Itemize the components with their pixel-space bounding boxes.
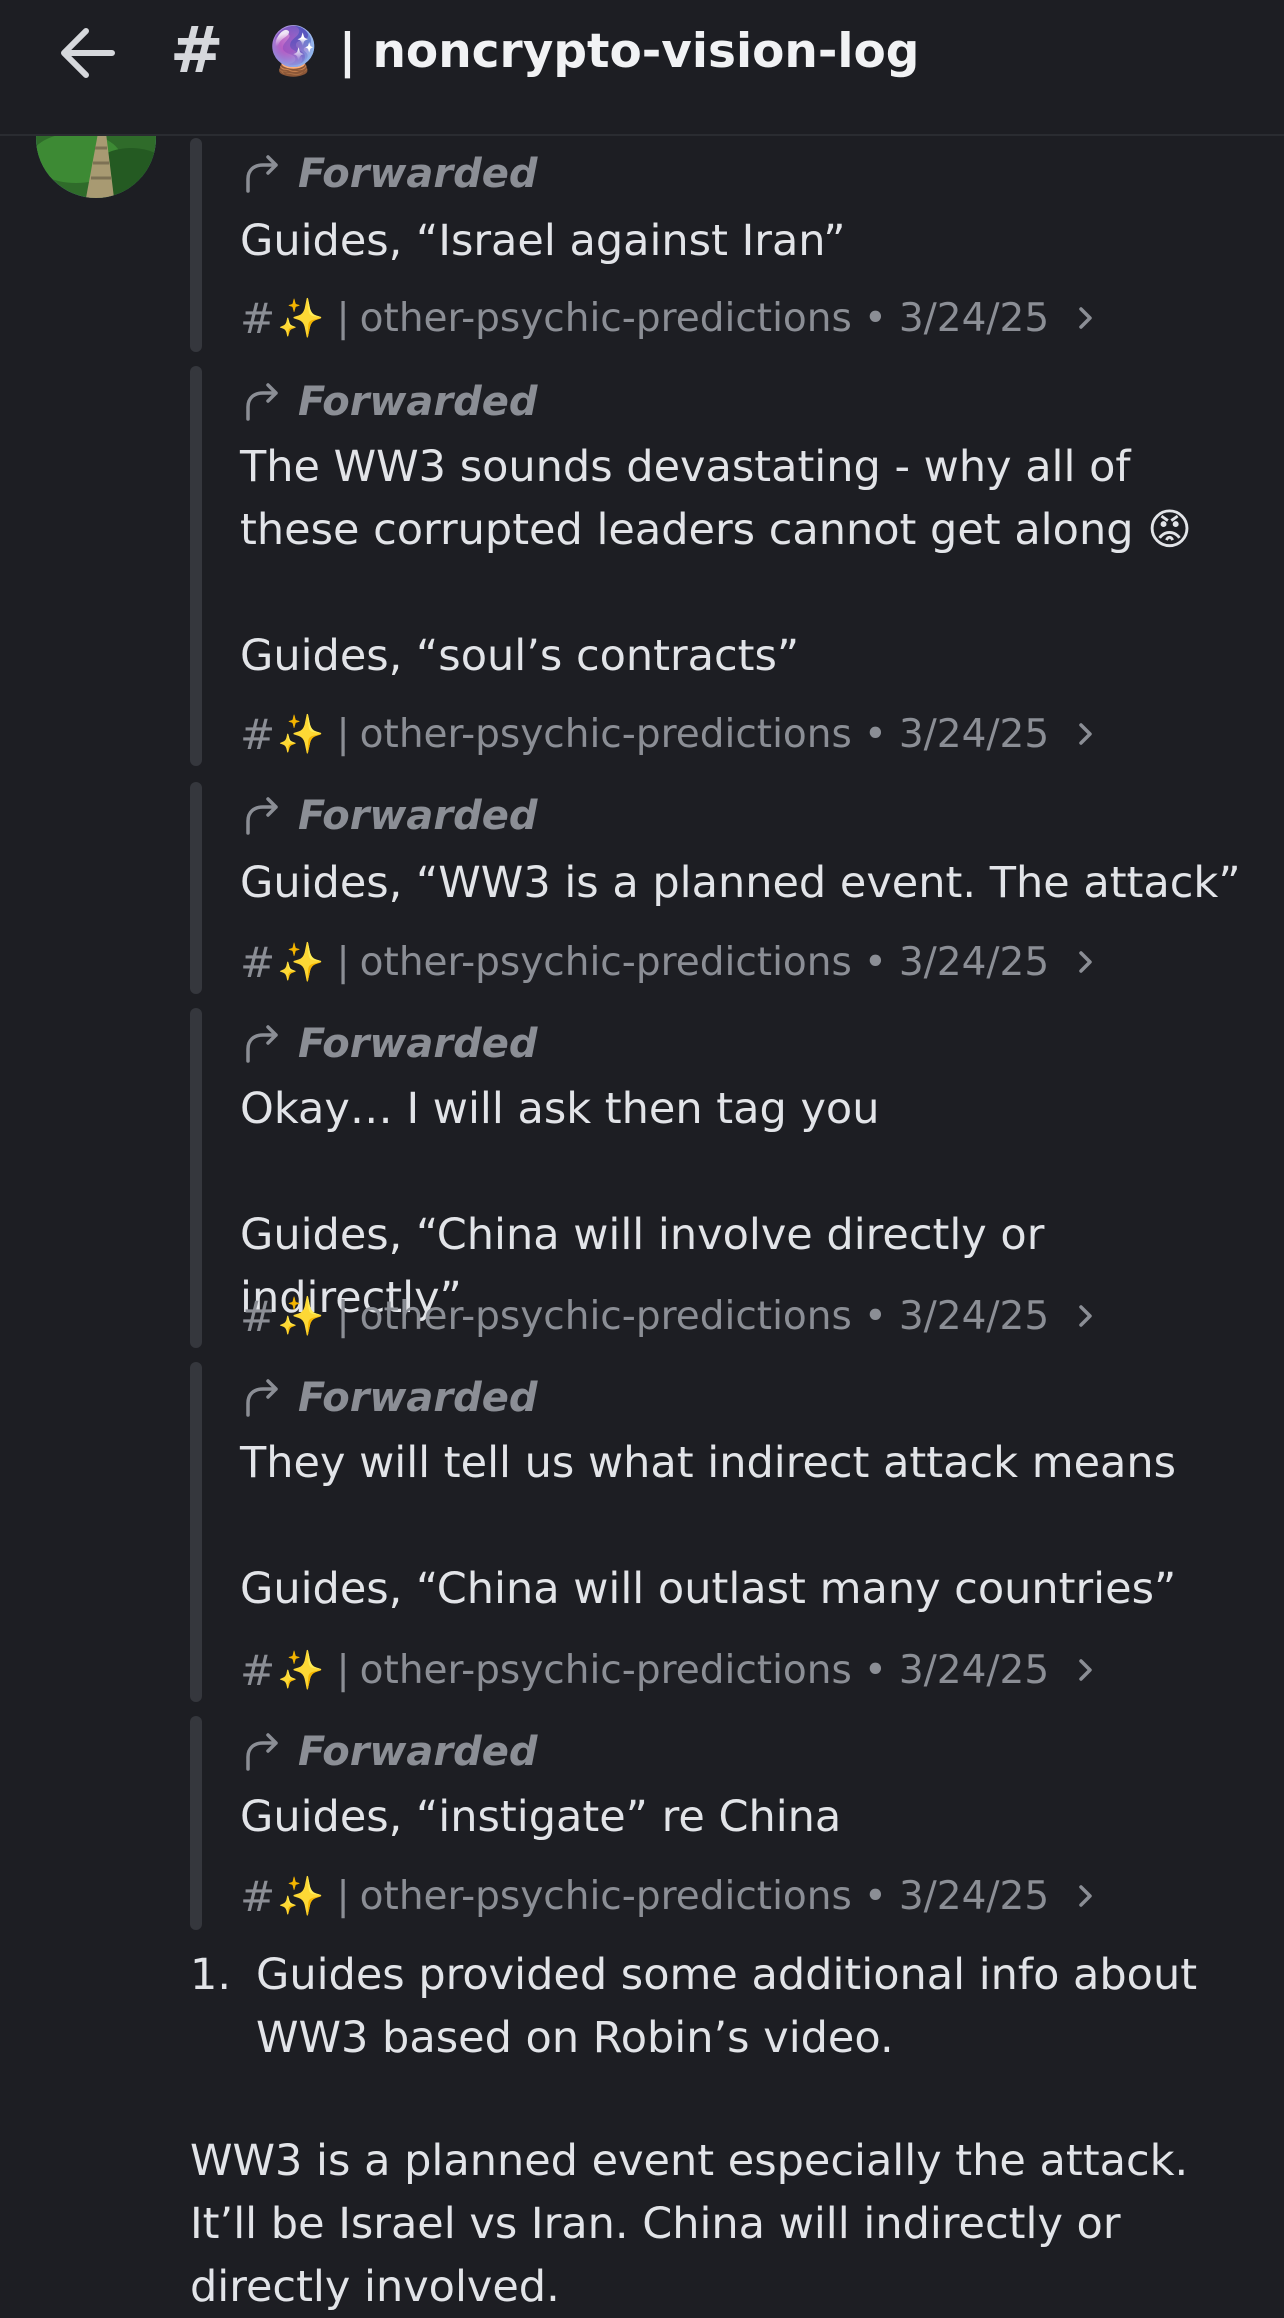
title-separator: |	[338, 24, 357, 79]
forwarded-text: Guides, “Israel against Iran”	[240, 216, 846, 266]
source-channel: other-psychic-predictions	[359, 1647, 852, 1693]
quote-bar	[190, 1716, 202, 1930]
source-dot: •	[863, 1873, 887, 1919]
chevron-right-icon	[1079, 1305, 1092, 1327]
forward-arrow-icon	[246, 383, 278, 421]
forwarded-message[interactable]: Forwarded Guides, “Israel against Iran” …	[190, 138, 1250, 352]
forwarded-text: The WW3 sounds devastating - why all of …	[240, 442, 1192, 681]
source-dot: •	[863, 295, 887, 341]
channel-title[interactable]: 🔮 | noncrypto-vision-log	[264, 18, 919, 86]
source-hash: #	[240, 709, 276, 759]
forwarded-message[interactable]: Forwarded Okay… I will ask then tag you …	[190, 1008, 1250, 1348]
forwarded-header: Forwarded	[242, 1724, 538, 1780]
source-link[interactable]: # ✨ | other-psychic-predictions • 3/24/2…	[240, 932, 1097, 992]
source-separator: |	[336, 1647, 350, 1693]
crystal-ball-emoji: 🔮	[264, 24, 323, 79]
source-dot: •	[863, 711, 887, 757]
forwarded-message[interactable]: Forwarded Guides, “instigate” re China #…	[190, 1716, 1250, 1930]
sparkles-emoji: ✨	[277, 1873, 325, 1918]
source-separator: |	[336, 1293, 350, 1339]
source-link[interactable]: # ✨ | other-psychic-predictions • 3/24/2…	[240, 1286, 1097, 1346]
arrow-left-icon	[61, 28, 115, 78]
source-link[interactable]: # ✨ | other-psychic-predictions • 3/24/2…	[240, 704, 1097, 764]
list-number: 1.	[190, 1950, 232, 2000]
back-button[interactable]	[52, 18, 122, 88]
source-hash: #	[240, 293, 276, 343]
source-date: 3/24/25	[898, 1293, 1050, 1339]
forwarded-message[interactable]: Forwarded Guides, “WW3 is a planned even…	[190, 782, 1250, 994]
forward-arrow-icon	[246, 797, 278, 835]
quote-bar	[190, 366, 202, 766]
chevron-right-icon	[1079, 723, 1092, 745]
chat-screen: # 🔮 | noncrypto-vision-log Forwarded Gui…	[0, 0, 1284, 2318]
source-date: 3/24/25	[898, 1647, 1050, 1693]
forwarded-text: Guides, “instigate” re China	[240, 1792, 842, 1842]
forwarded-label: Forwarded	[298, 1021, 538, 1067]
forward-arrow-icon	[246, 1733, 278, 1771]
forwarded-header: Forwarded	[242, 1370, 538, 1426]
forwarded-header: Forwarded	[242, 788, 538, 844]
forwarded-header: Forwarded	[242, 146, 538, 202]
source-dot: •	[863, 1647, 887, 1693]
source-channel: other-psychic-predictions	[359, 711, 852, 757]
sparkles-emoji: ✨	[277, 295, 325, 340]
forwarded-text: They will tell us what indirect attack m…	[240, 1438, 1177, 1614]
forward-arrow-icon	[246, 155, 278, 193]
sparkles-emoji: ✨	[277, 711, 325, 756]
source-date: 3/24/25	[898, 295, 1050, 341]
source-hash: #	[240, 1871, 276, 1921]
forward-arrow-icon	[246, 1379, 278, 1417]
source-channel: other-psychic-predictions	[359, 295, 852, 341]
forwarded-label: Forwarded	[298, 1375, 538, 1421]
forward-arrow-icon	[246, 1025, 278, 1063]
source-hash: #	[240, 1645, 276, 1695]
source-channel: other-psychic-predictions	[359, 1873, 852, 1919]
source-date: 3/24/25	[898, 711, 1050, 757]
quote-bar	[190, 1362, 202, 1702]
forwarded-header: Forwarded	[242, 1016, 538, 1072]
forwarded-label: Forwarded	[298, 151, 538, 197]
channel-header: # 🔮 | noncrypto-vision-log	[0, 0, 1284, 136]
forwarded-text: Guides, “WW3 is a planned event. The att…	[240, 858, 1241, 908]
chevron-right-icon	[1079, 951, 1092, 973]
forwarded-label: Forwarded	[298, 379, 538, 425]
source-link[interactable]: # ✨ | other-psychic-predictions • 3/24/2…	[240, 1640, 1097, 1700]
message-paragraph: WW3 is a planned event especially the at…	[190, 2136, 1189, 2312]
channel-hash-icon: #	[170, 14, 224, 88]
source-link[interactable]: # ✨ | other-psychic-predictions • 3/24/2…	[240, 288, 1097, 348]
chevron-right-icon	[1079, 1659, 1092, 1681]
quote-bar	[190, 138, 202, 352]
source-channel: other-psychic-predictions	[359, 1293, 852, 1339]
source-hash: #	[240, 1291, 276, 1341]
sparkles-emoji: ✨	[277, 1647, 325, 1692]
source-channel: other-psychic-predictions	[359, 939, 852, 985]
chevron-right-icon	[1079, 307, 1092, 329]
source-dot: •	[863, 939, 887, 985]
quote-bar	[190, 1008, 202, 1348]
source-separator: |	[336, 939, 350, 985]
source-date: 3/24/25	[898, 939, 1050, 985]
source-link[interactable]: # ✨ | other-psychic-predictions • 3/24/2…	[240, 1866, 1097, 1926]
source-separator: |	[336, 711, 350, 757]
forwarded-message[interactable]: Forwarded They will tell us what indirec…	[190, 1362, 1250, 1702]
source-separator: |	[336, 1873, 350, 1919]
source-separator: |	[336, 295, 350, 341]
forwarded-label: Forwarded	[298, 1729, 538, 1775]
chevron-right-icon	[1079, 1885, 1092, 1907]
forwarded-header: Forwarded	[242, 374, 538, 430]
list-text: Guides provided some additional info abo…	[256, 1950, 1198, 2063]
forwarded-label: Forwarded	[298, 793, 538, 839]
source-date: 3/24/25	[898, 1873, 1050, 1919]
quote-bar	[190, 782, 202, 994]
forwarded-message[interactable]: Forwarded The WW3 sounds devastating - w…	[190, 366, 1250, 766]
channel-name: noncrypto-vision-log	[372, 24, 920, 79]
sparkles-emoji: ✨	[277, 939, 325, 984]
source-dot: •	[863, 1293, 887, 1339]
source-hash: #	[240, 937, 276, 987]
sparkles-emoji: ✨	[277, 1293, 325, 1338]
